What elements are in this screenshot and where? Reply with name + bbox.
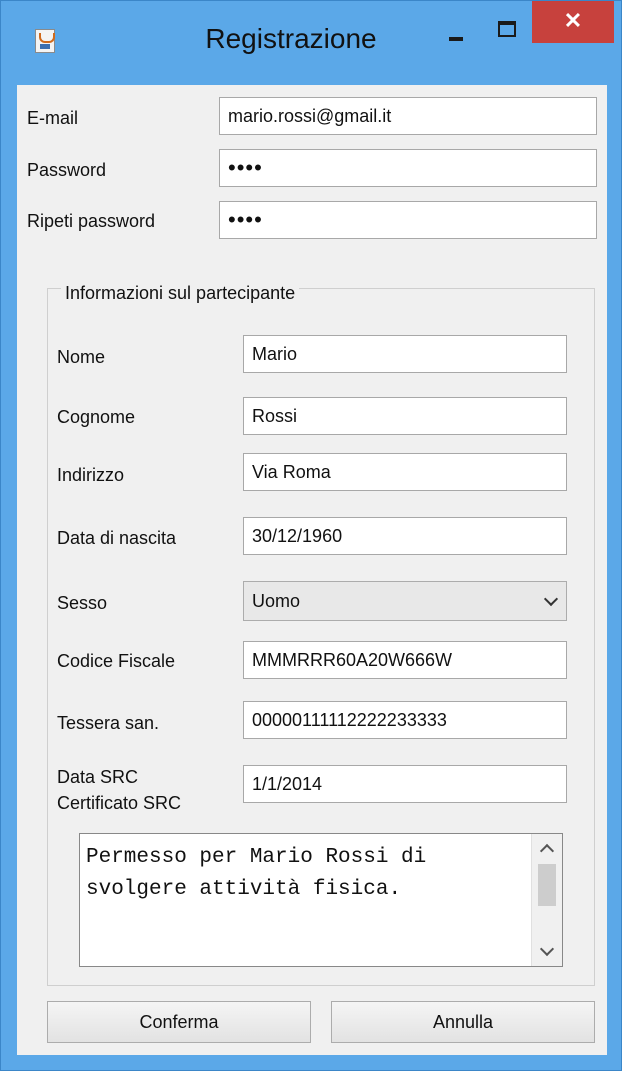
close-icon[interactable]: ✕ <box>532 1 614 43</box>
tessera-field[interactable]: 00000111112222233333 <box>243 701 567 739</box>
minimize-icon[interactable] <box>437 17 477 47</box>
maximize-icon[interactable] <box>485 13 525 45</box>
scrollbar-thumb[interactable] <box>538 864 556 906</box>
nome-field[interactable]: Mario <box>243 335 567 373</box>
email-label: E-mail <box>27 108 79 128</box>
chevron-up-icon[interactable] <box>539 843 555 859</box>
participant-group-legend: Informazioni sul partecipante <box>61 283 300 304</box>
form-panel: E-mail mario.rossi@gmail.it Password •••… <box>17 85 607 1055</box>
chevron-down-icon[interactable] <box>539 941 555 957</box>
data-src-field[interactable]: 1/1/2014 <box>243 765 567 803</box>
repeat-password-field[interactable]: •••• <box>219 201 597 239</box>
data-nascita-field[interactable]: 30/12/1960 <box>243 517 567 555</box>
certificato-src-label: Certificato SRC <box>57 793 182 813</box>
certificato-textarea[interactable]: Permesso per Mario Rossi di svolgere att… <box>79 833 563 967</box>
vertical-scrollbar[interactable] <box>531 834 562 966</box>
codice-fiscale-label: Codice Fiscale <box>57 651 176 671</box>
data-nascita-label: Data di nascita <box>57 528 177 548</box>
conferma-button[interactable]: Conferma <box>47 1001 311 1043</box>
chevron-down-icon <box>543 591 559 607</box>
repeat-password-label: Ripeti password <box>27 211 156 231</box>
tessera-label: Tessera san. <box>57 713 160 733</box>
sesso-label: Sesso <box>57 593 108 613</box>
title-bar[interactable]: Registrazione ✕ <box>1 1 621 86</box>
sesso-select[interactable]: Uomo <box>243 581 567 621</box>
indirizzo-field[interactable]: Via Roma <box>243 453 567 491</box>
cognome-label: Cognome <box>57 407 136 427</box>
window-title: Registrazione <box>205 23 377 54</box>
registration-window: Registrazione ✕ E-mail mario.rossi@gmail… <box>0 0 622 1071</box>
password-label: Password <box>27 160 107 180</box>
password-field[interactable]: •••• <box>219 149 597 187</box>
cognome-field[interactable]: Rossi <box>243 397 567 435</box>
indirizzo-label: Indirizzo <box>57 465 125 485</box>
certificato-text[interactable]: Permesso per Mario Rossi di svolgere att… <box>86 842 532 906</box>
data-src-label: Data SRC <box>57 767 139 787</box>
nome-label: Nome <box>57 347 106 367</box>
sesso-select-value: Uomo <box>252 590 301 611</box>
annulla-button[interactable]: Annulla <box>331 1001 595 1043</box>
email-field[interactable]: mario.rossi@gmail.it <box>219 97 597 135</box>
codice-fiscale-field[interactable]: MMMRRR60A20W666W <box>243 641 567 679</box>
